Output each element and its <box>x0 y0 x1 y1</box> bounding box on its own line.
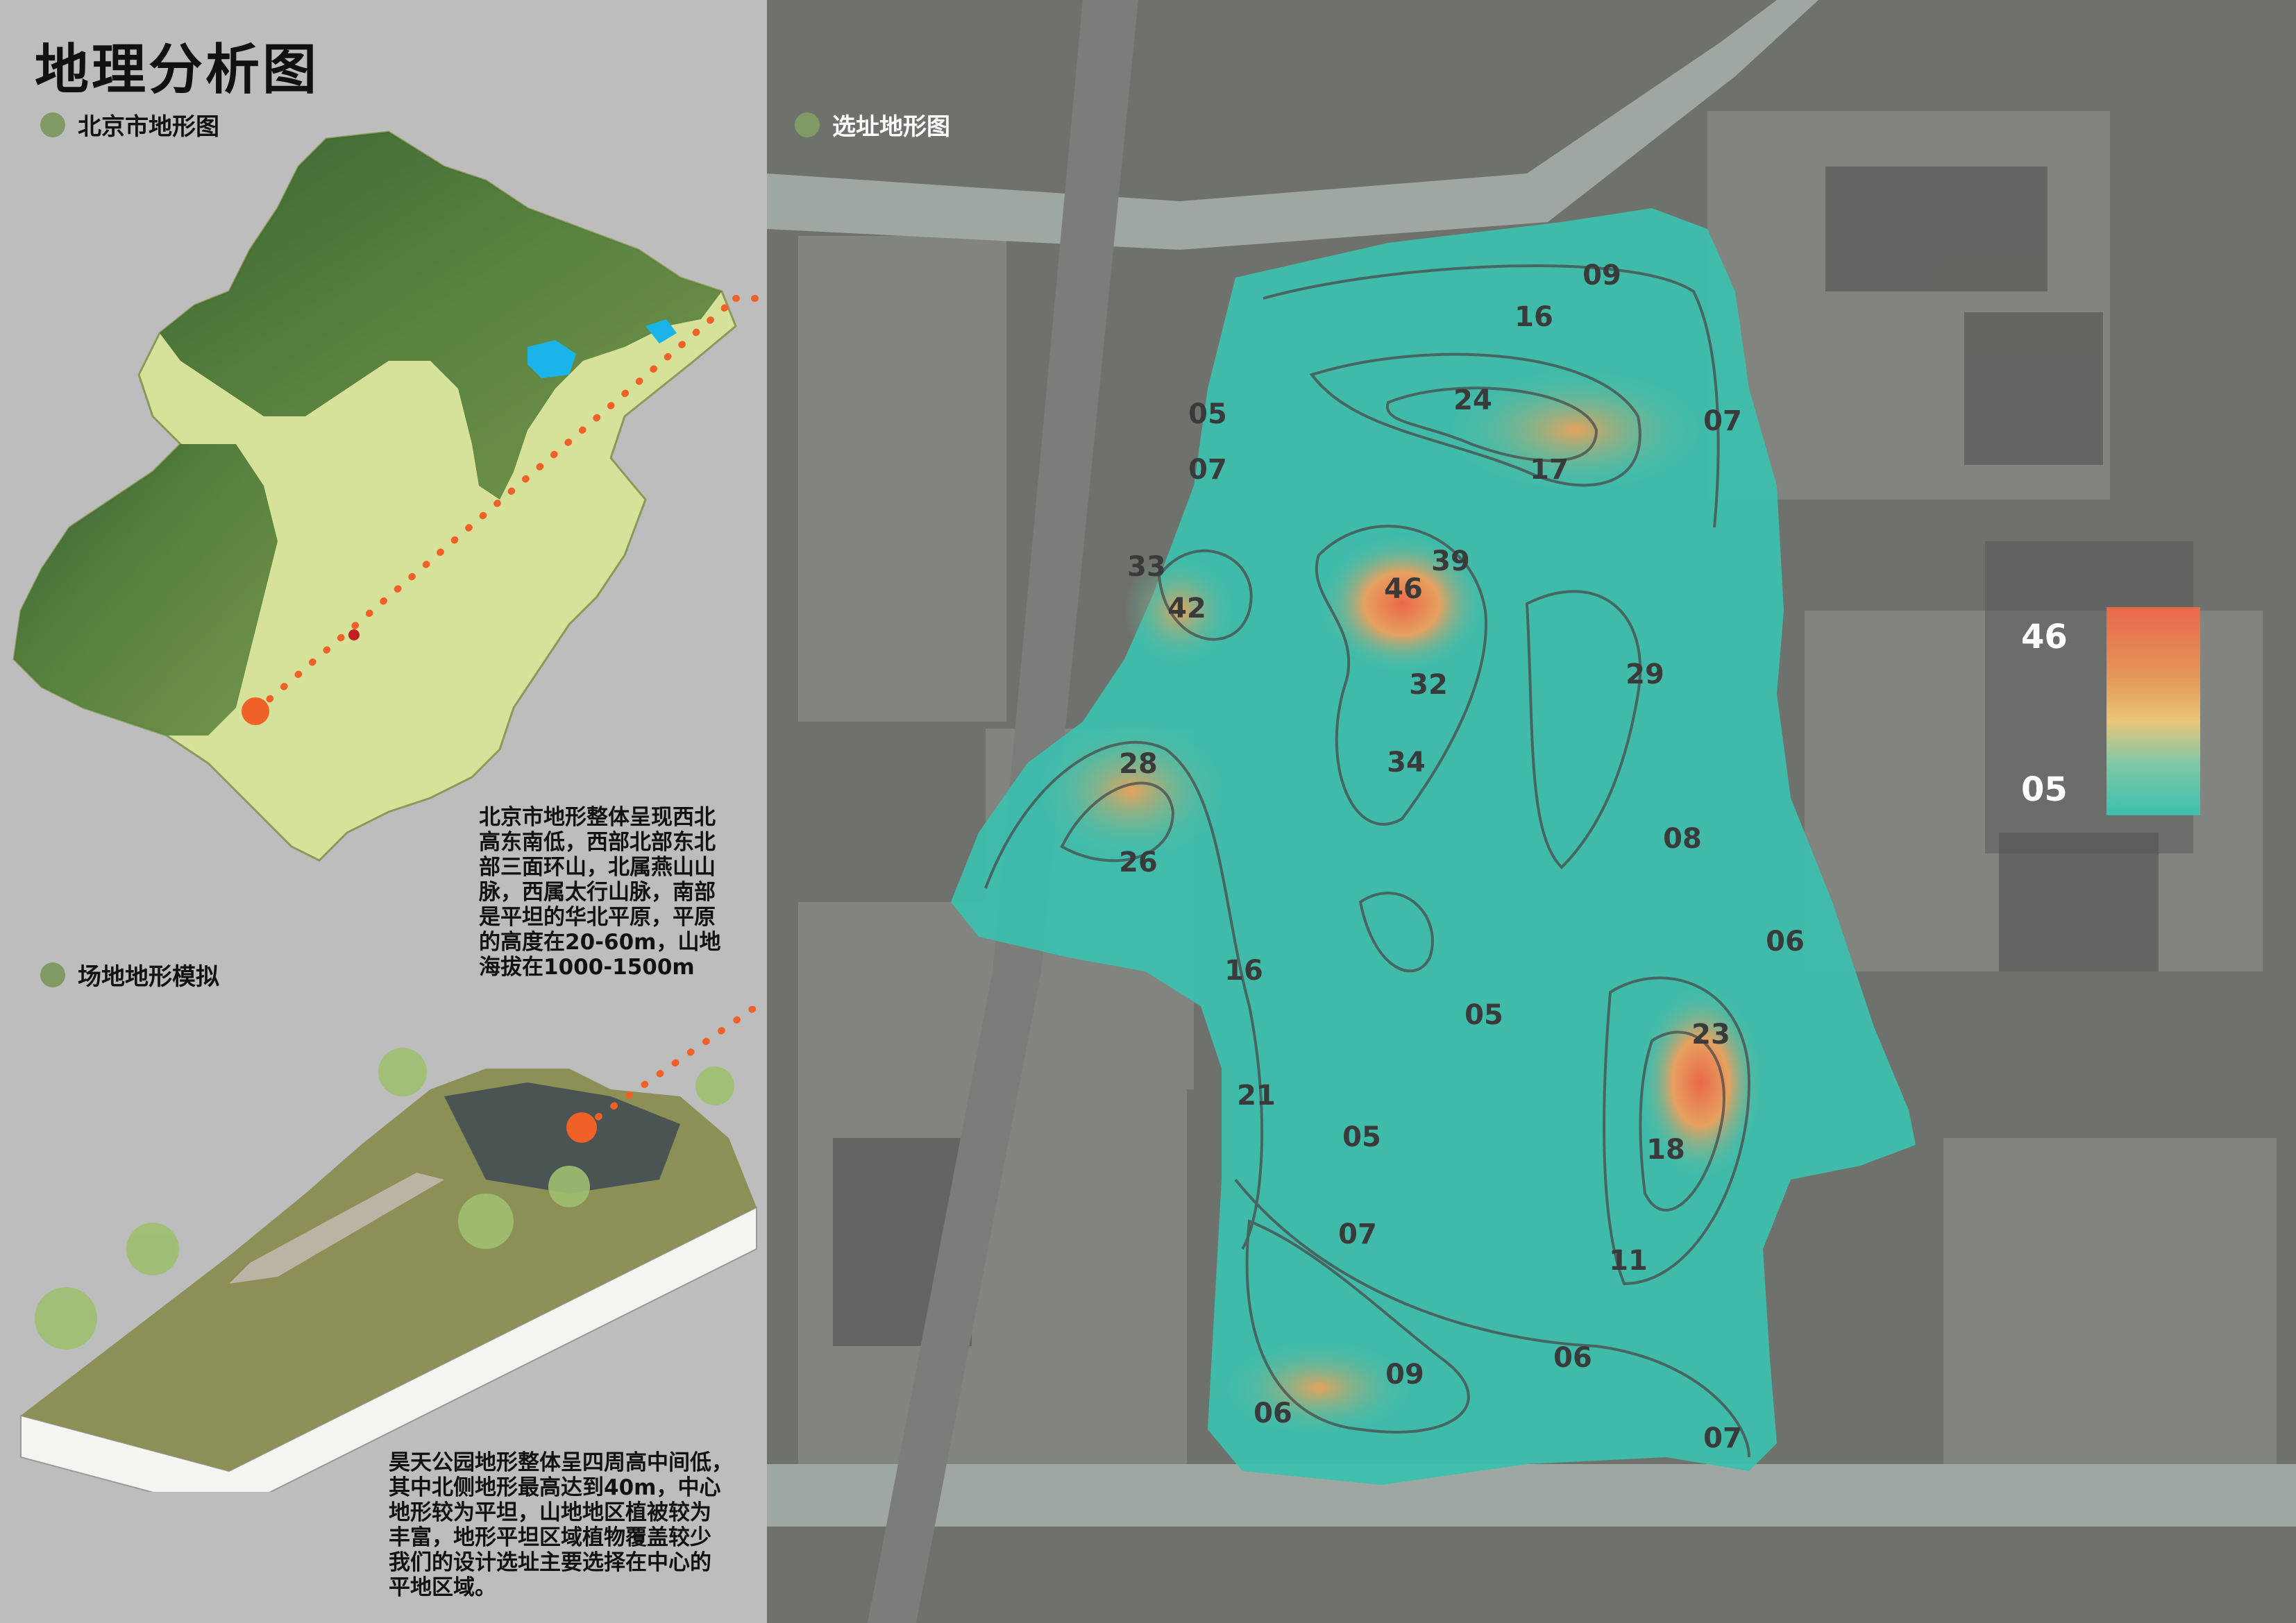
left-panel: 地理分析图 北京市地形图 北京市地形整体呈现西北 高东南低，西部北部东北 部三面… <box>0 0 767 1623</box>
site-terrain-model <box>20 1006 763 1492</box>
section-site-map: 选址地形图 <box>795 108 950 142</box>
contour-label: 16 <box>1224 955 1263 987</box>
contour-label: 07 <box>1703 1422 1742 1454</box>
contour-label: 32 <box>1409 669 1448 701</box>
contour-label: 17 <box>1530 454 1569 486</box>
contour-label: 09 <box>1582 260 1621 291</box>
beijing-terrain-map <box>12 130 767 862</box>
contour-label: 24 <box>1453 384 1492 416</box>
contour-label: 09 <box>1385 1359 1424 1391</box>
contour-label: 07 <box>1338 1218 1377 1250</box>
mountain-west <box>14 444 278 736</box>
contour-label: 06 <box>1553 1342 1592 1374</box>
section-site-map-label: 选址地形图 <box>832 113 950 141</box>
road-south <box>767 1464 2296 1527</box>
contour-label: 33 <box>1127 551 1166 583</box>
legend-color-bar <box>2107 607 2200 815</box>
contour-label: 18 <box>1646 1134 1685 1166</box>
contour-label: 21 <box>1237 1080 1276 1112</box>
contour-label: 08 <box>1663 823 1702 855</box>
contour-label: 42 <box>1167 593 1206 624</box>
contour-label: 06 <box>1766 926 1805 958</box>
contour-label: 06 <box>1253 1397 1292 1429</box>
contour-label: 05 <box>1464 999 1503 1031</box>
contour-label: 29 <box>1626 658 1664 690</box>
site-marker <box>242 697 269 725</box>
contour-label: 39 <box>1431 545 1470 577</box>
city-center-marker <box>348 629 360 640</box>
section-site-model-label: 场地地形模拟 <box>78 963 219 991</box>
contour-label: 16 <box>1514 301 1553 333</box>
bullet-dot <box>795 112 820 137</box>
contour-label: 28 <box>1119 748 1158 780</box>
contour-label: 07 <box>1188 454 1227 486</box>
contour-label: 26 <box>1119 847 1158 878</box>
contour-label: 23 <box>1691 1019 1730 1051</box>
page-title: 地理分析图 <box>35 39 320 101</box>
park-description: 昊天公园地形整体呈四周高中间低， 其中北侧地形最高达到40m，中心 地形较为平坦… <box>389 1450 733 1600</box>
legend-min-label: 05 <box>2021 770 2068 809</box>
contour-label: 46 <box>1384 573 1423 605</box>
contour-label: 05 <box>1188 398 1227 430</box>
elevation-legend: 46 05 <box>1985 541 2200 853</box>
model-site-marker <box>566 1112 597 1143</box>
contour-label: 34 <box>1387 747 1426 779</box>
contour-label: 05 <box>1342 1121 1381 1153</box>
legend-max-label: 46 <box>2021 618 2068 656</box>
beijing-description: 北京市地形整体呈现西北 高东南低，西部北部东北 部三面环山，北属燕山山 脉，西属… <box>479 805 721 980</box>
bullet-dot <box>40 962 65 987</box>
contour-label: 07 <box>1703 405 1742 437</box>
section-site-model: 场地地形模拟 <box>40 958 219 992</box>
contour-label: 11 <box>1609 1245 1648 1277</box>
